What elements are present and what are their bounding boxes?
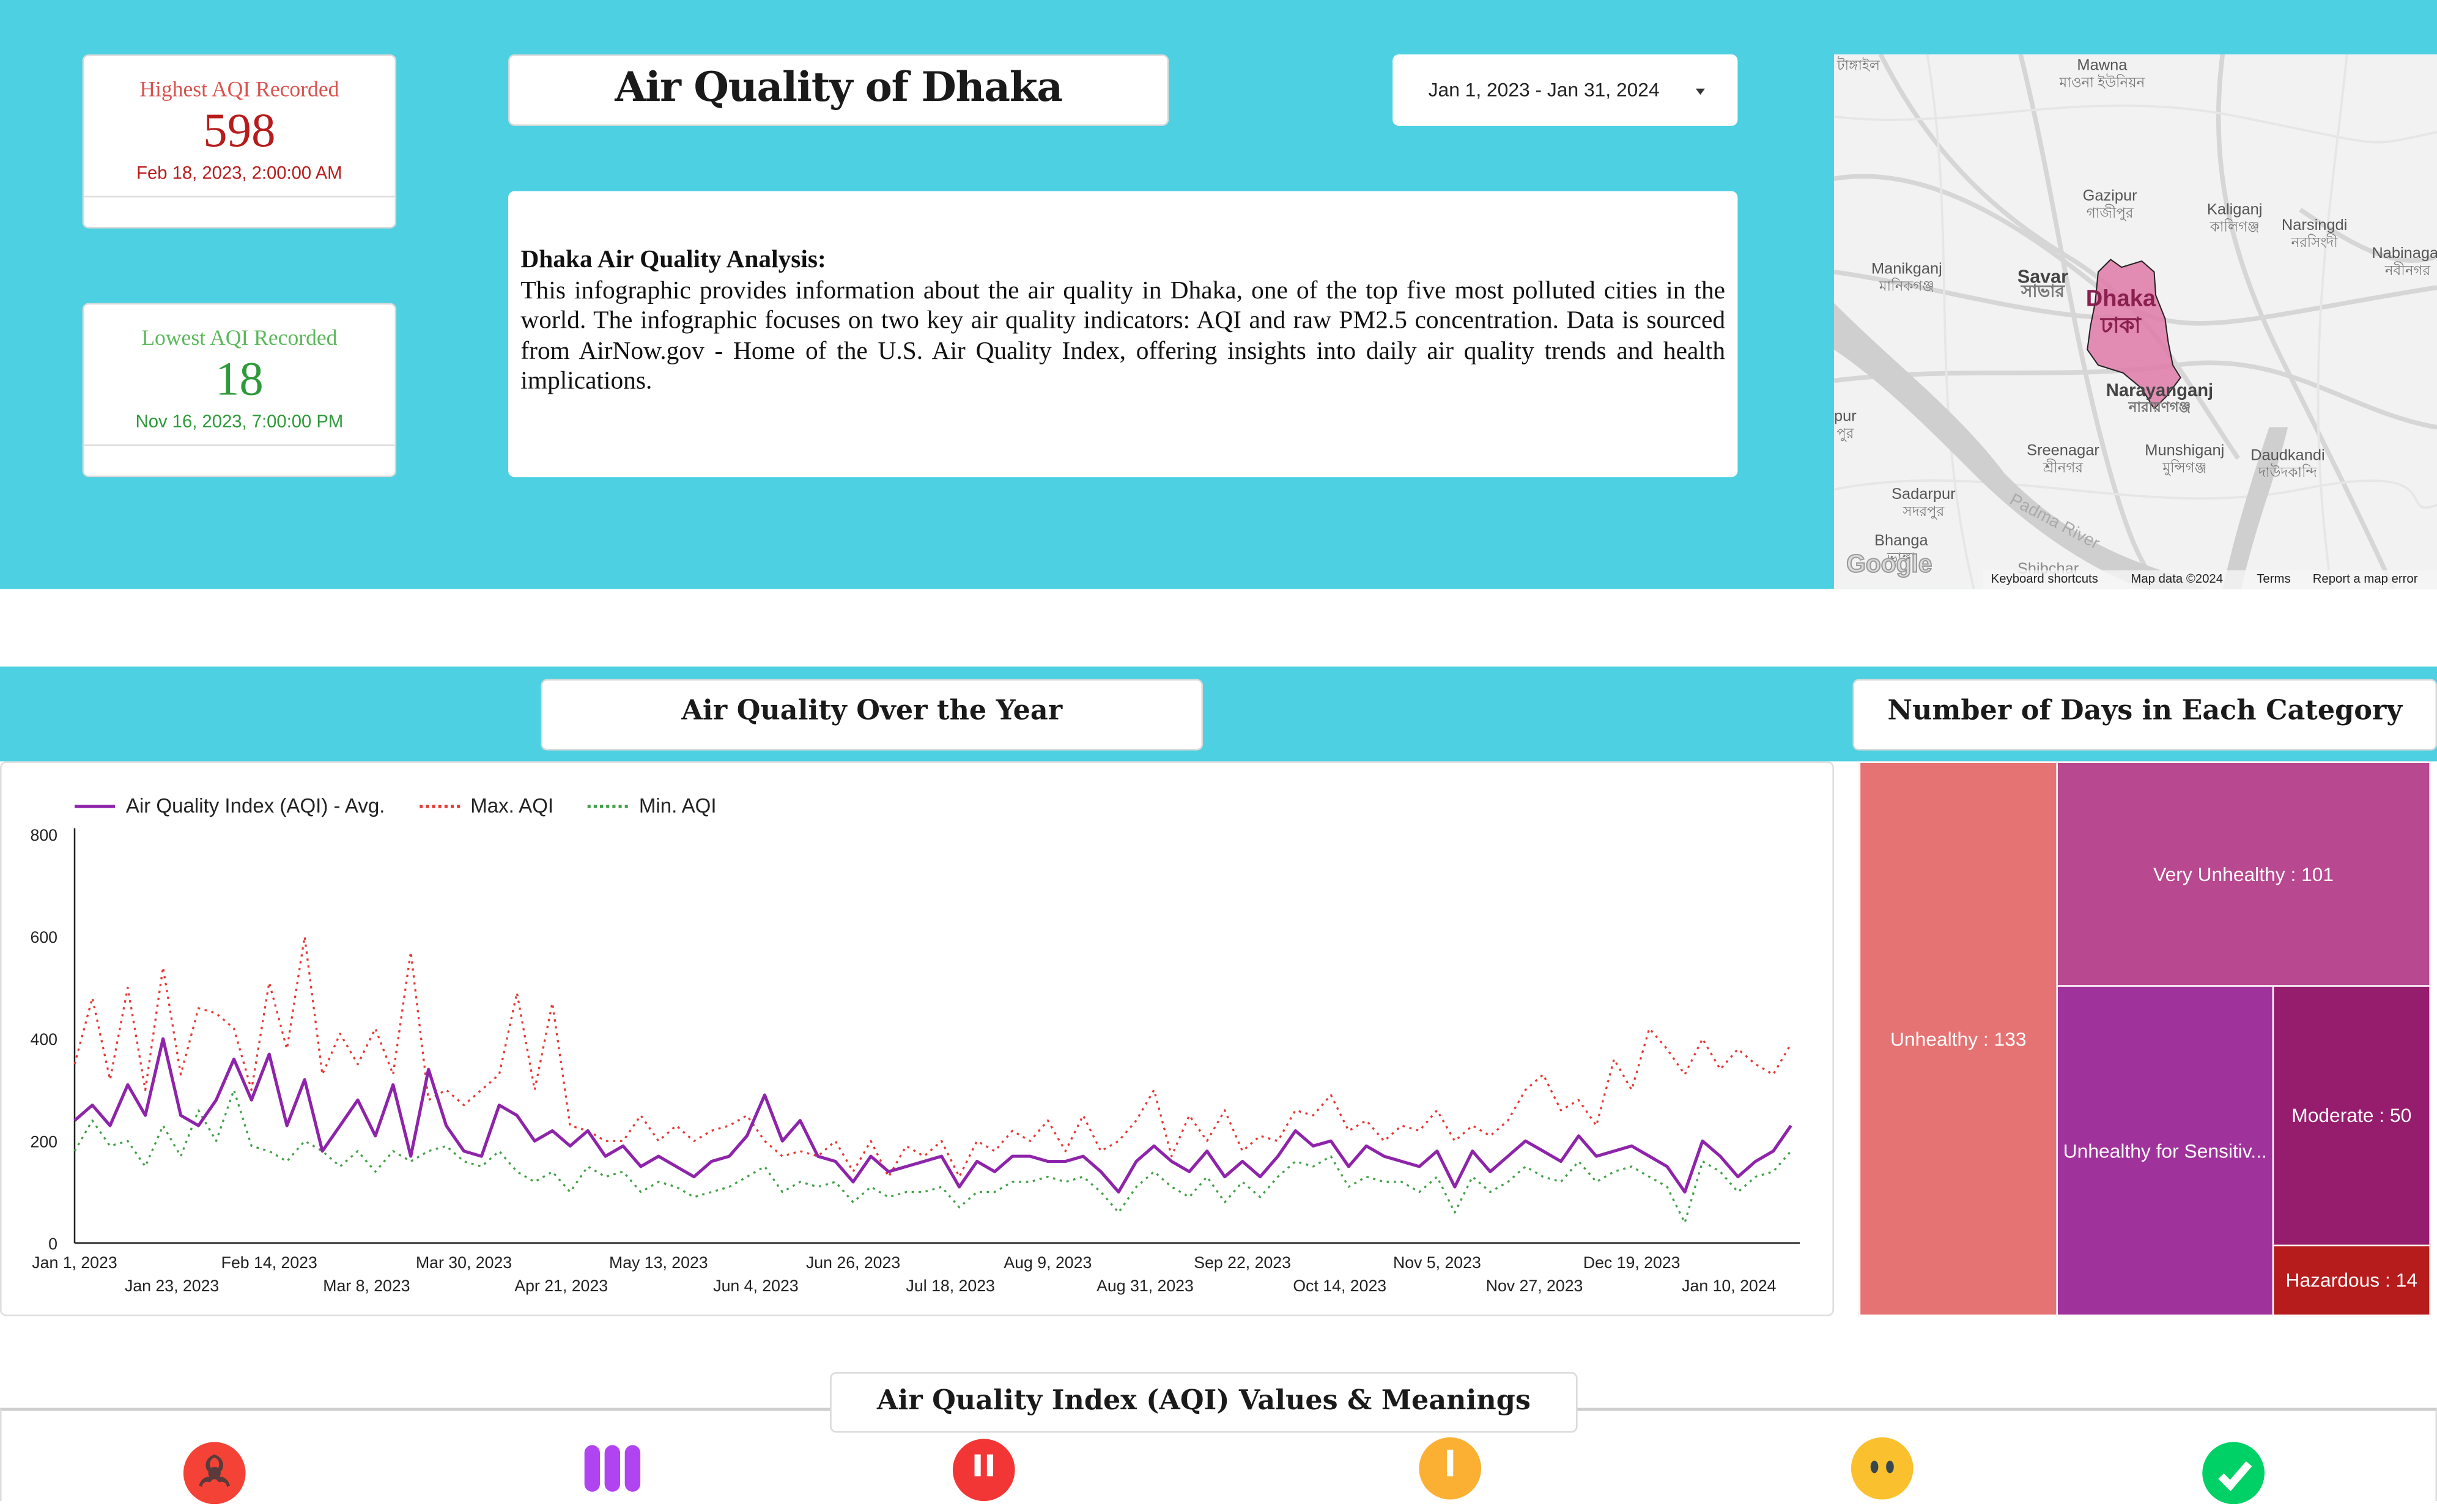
aqi-meanings-title: Air Quality Index (AQI) Values & Meaning… [876,1386,1531,1417]
x-tick-label: Jun 4, 2023 [713,1277,798,1295]
map-label: Manikganj মানিকগঞ্জ [1871,260,1942,294]
date-range-picker[interactable]: Jan 1, 2023 - Jan 31, 2024 [1392,54,1738,126]
map-label: Munshiganj মুন্সিগঞ্জ [2145,443,2225,476]
map-label: Sreenagar শ্রীনগর [2027,443,2099,476]
map-label: pur পুর [1833,408,1857,441]
map-data-credit: Map data ©2024 [2131,572,2224,586]
treemap-label: Moderate : 50 [2291,1105,2412,1127]
treemap-cell-hazardous[interactable]: Hazardous : 14 [2272,1244,2431,1316]
page-title-card: Air Quality of Dhaka [508,54,1169,126]
y-tick-label: 0 [48,1234,57,1253]
map-label: Mawna মাওনা ইউনিয়ন [2059,57,2145,90]
series-min-line[interactable] [73,1088,1792,1224]
description-card: Dhaka Air Quality Analysis: This infogra… [508,191,1738,478]
y-tick-label: 600 [31,928,58,946]
google-logo: Google [1846,551,1932,578]
kpi-highest-label: Highest AQI Recorded [139,79,339,103]
x-tick-label: Jan 23, 2023 [125,1277,219,1295]
map-embed[interactable]: টাঙ্গাইল Mawna মাওনা ইউনিয়ন Gazipur গাজীপ… [1833,54,2437,589]
map-label: Kaliganj কালিগঞ্জ [2206,202,2263,235]
line-chart-title-card: Air Quality Over the Year [541,679,1204,751]
treemap-cell-unhealthy[interactable]: Unhealthy : 133 [1858,761,2058,1316]
map-label: Nabinagar নবীনগর [2372,245,2437,278]
x-tick-label: Feb 14, 2023 [221,1253,317,1272]
treemap-label: Unhealthy for Sensitiv... [2063,1140,2267,1162]
line-chart-title: Air Quality Over the Year [681,696,1063,728]
description-body: This infographic provides information ab… [520,274,1726,395]
kpi-lowest-value: 18 [215,351,264,406]
x-tick-label: Dec 19, 2023 [1583,1253,1681,1272]
x-tick-label: Nov 27, 2023 [1486,1277,1583,1295]
treemap-label: Hazardous : 14 [2285,1269,2418,1291]
biohazard-icon [183,1442,246,1505]
x-tick-label: Sep 22, 2023 [1194,1253,1291,1272]
purple-exclamation-icon [584,1445,647,1492]
treemap-label: Very Unhealthy : 101 [2153,863,2334,885]
series-avg-line[interactable] [73,1037,1792,1194]
map-label: Narayanganj নারায়ণগঞ্জ [2106,382,2214,415]
x-tick-label: Mar 8, 2023 [323,1277,410,1295]
kpi-highest-date: Feb 18, 2023, 2:00:00 AM [136,164,342,183]
kpi-highest-value: 598 [203,102,276,157]
x-tick-label: Jul 18, 2023 [906,1277,995,1295]
treemap: Unhealthy : 133 Very Unhealthy : 101 Unh… [1858,761,2431,1316]
keyboard-shortcuts-link[interactable]: Keyboard shortcuts [1991,572,2098,586]
treemap-cell-moderate[interactable]: Moderate : 50 [2272,985,2431,1247]
x-tick-label: Apr 21, 2023 [514,1277,608,1295]
neutral-face-icon [1851,1437,1914,1500]
dashboard: Highest AQI Recorded 598 Feb 18, 2023, 2… [0,0,2437,1505]
map-label: Sadarpur সদরপুর [1892,486,1956,519]
kpi-lowest-card: Lowest AQI Recorded 18 Nov 16, 2023, 7:0… [82,303,397,478]
series-max-line[interactable] [73,935,1792,1178]
kpi-lowest-label: Lowest AQI Recorded [141,328,338,352]
kpi-highest-card: Highest AQI Recorded 598 Feb 18, 2023, 2… [82,54,397,229]
kpi-divider [84,444,395,446]
treemap-title-card: Number of Days in Each Category [1852,679,2437,751]
x-tick-label: Jan 1, 2023 [32,1253,117,1272]
treemap-cell-unhealthy-sensitive[interactable]: Unhealthy for Sensitiv... [2056,985,2274,1316]
x-tick-label: Aug 9, 2023 [1004,1253,1092,1272]
y-tick-label: 400 [31,1030,58,1049]
date-range-value: Jan 1, 2023 - Jan 31, 2024 [1428,79,1660,101]
double-exclamation-icon [952,1439,1015,1502]
exclamation-icon [1419,1437,1482,1500]
kpi-lowest-date: Nov 16, 2023, 7:00:00 PM [135,413,344,432]
x-tick-label: Jan 10, 2024 [1682,1277,1776,1295]
map-label: Savar সাভার [2017,265,2068,302]
x-tick-label: Aug 31, 2023 [1096,1277,1194,1295]
page-title: Air Quality of Dhaka [615,65,1063,112]
y-tick-label: 800 [31,826,58,844]
y-tick-label: 200 [31,1132,58,1151]
map-label: Gazipur গাজীপুর [2082,188,2137,221]
treemap-label: Unhealthy : 133 [1890,1028,2027,1050]
x-tick-label: Nov 5, 2023 [1393,1253,1481,1272]
description-heading: Dhaka Air Quality Analysis: [520,244,826,274]
x-tick-label: Jun 26, 2023 [806,1253,900,1272]
treemap-title: Number of Days in Each Category [1887,696,2403,728]
map-label: টাঙ্গাইল [1837,57,1880,73]
map-label: Daudkandi দাউদকান্দি [2250,447,2325,481]
terms-link[interactable]: Terms [2257,572,2290,586]
map-label: Narsingdi নরসিংদী [2281,217,2348,251]
map-label-dhaka: Dhaka ঢাকা [2085,286,2156,337]
x-tick-label: Mar 30, 2023 [416,1253,512,1272]
aqi-meanings-title-card: Air Quality Index (AQI) Values & Meaning… [830,1372,1578,1433]
description-text: Dhaka Air Quality Analysis: This infogra… [520,244,1725,396]
report-map-error-link[interactable]: Report a map error [2313,572,2418,586]
line-chart-card: Air Quality Index (AQI) - Avg. Max. AQI … [0,761,1834,1316]
kpi-divider [84,196,395,197]
caret-down-icon [1695,88,1706,95]
treemap-cell-very-unhealthy[interactable]: Very Unhealthy : 101 [2056,761,2431,987]
x-tick-label: Oct 14, 2023 [1293,1277,1386,1295]
checkmark-icon [2202,1442,2265,1505]
x-tick-label: May 13, 2023 [609,1253,708,1272]
line-chart: 0 200 400 600 800 Jan 1, 2023 Feb 14, 2023 Mar … [31,826,1800,1295]
